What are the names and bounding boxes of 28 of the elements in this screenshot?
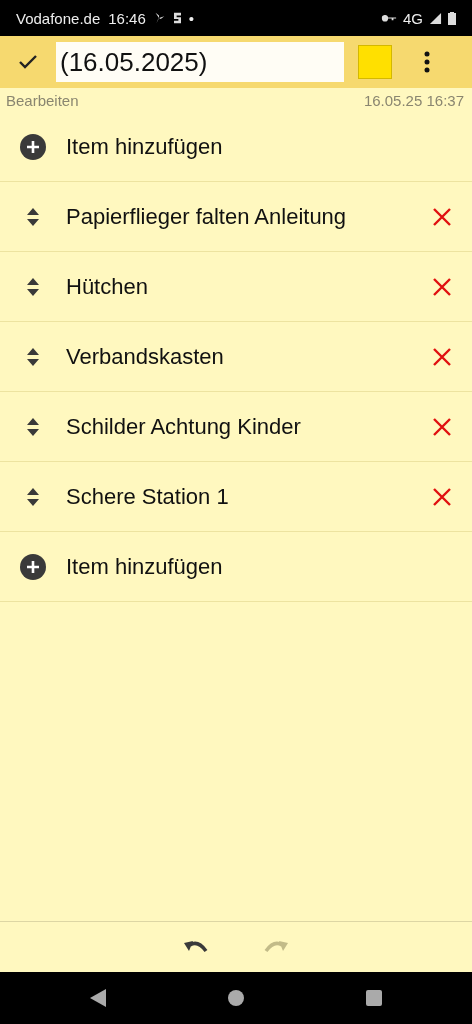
- list-item-text[interactable]: Verbandskasten: [66, 343, 432, 370]
- delete-icon[interactable]: [432, 486, 452, 507]
- notification-dot: •: [188, 9, 195, 27]
- signal-icon: [429, 11, 442, 25]
- key-icon: [381, 13, 397, 23]
- delete-icon[interactable]: [432, 206, 452, 227]
- mode-label: Bearbeiten: [6, 91, 79, 109]
- network-text: 4G: [403, 9, 423, 27]
- list-item-text[interactable]: Schilder Achtung Kinder: [66, 413, 432, 440]
- add-item-link[interactable]: Item hinzufügen: [66, 133, 452, 160]
- delete-icon[interactable]: [432, 276, 452, 297]
- list-item-text[interactable]: Papierflieger falten Anleitung: [66, 203, 432, 230]
- add-item-link[interactable]: Item hinzufügen: [66, 553, 452, 580]
- battery-icon: [448, 11, 456, 25]
- timestamp-text: 16.05.25 16:37: [363, 91, 464, 109]
- home-icon[interactable]: [228, 990, 244, 1006]
- carrier-text: Vodafone.de: [16, 9, 101, 27]
- list-item-text[interactable]: Hütchen: [66, 273, 432, 300]
- add-icon[interactable]: [20, 133, 46, 160]
- title-field[interactable]: (16.05.2025): [56, 42, 344, 82]
- delete-icon[interactable]: [432, 416, 452, 437]
- back-icon[interactable]: [90, 989, 106, 1007]
- delete-icon[interactable]: [432, 346, 452, 367]
- clock-text: 16:46: [108, 9, 146, 27]
- more-menu-icon[interactable]: [424, 51, 430, 73]
- add-icon[interactable]: [20, 553, 46, 580]
- color-swatch[interactable]: [358, 45, 392, 79]
- list-item-text[interactable]: Schere Station 1: [66, 483, 432, 510]
